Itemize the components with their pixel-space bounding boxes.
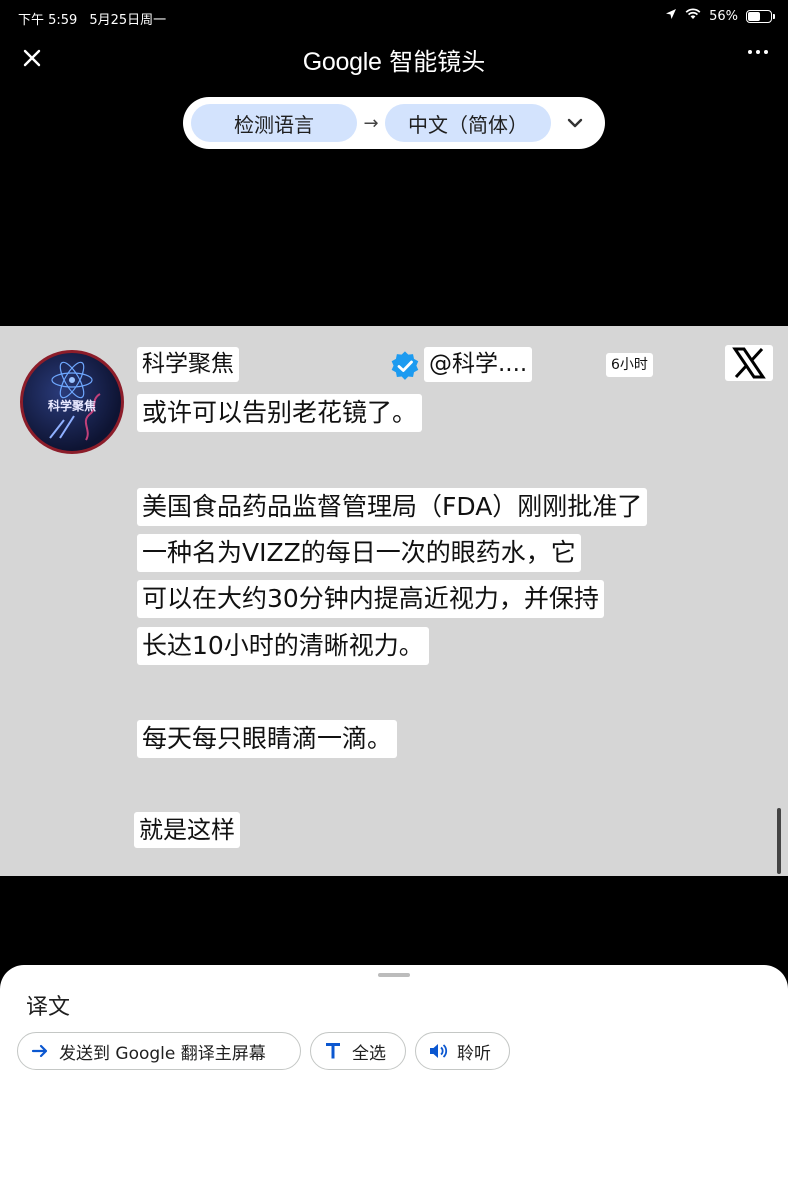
post-time: 6小时: [606, 353, 653, 377]
author-handle: @科学....: [424, 347, 533, 382]
status-date: 5月25日周一: [89, 13, 167, 28]
post-line-5: 长达10小时的清晰视力。: [137, 627, 429, 665]
speaker-icon: [428, 1041, 448, 1061]
avatar: 科学聚焦: [20, 350, 124, 454]
source-language-button[interactable]: 检测语言: [191, 104, 357, 142]
post-line-3: 一种名为VIZZ的每日一次的眼药水，它: [137, 534, 581, 572]
author-name: 科学聚焦: [137, 347, 239, 382]
title-product: 智能镜头: [389, 48, 486, 76]
target-language-button[interactable]: 中文（简体）: [385, 104, 551, 142]
more-dot-icon: [764, 50, 768, 54]
send-to-translate-label: 发送到 Google 翻译主屏幕: [59, 1043, 266, 1064]
image-scrollbar[interactable]: [777, 808, 781, 874]
sheet-title: 译文: [26, 995, 71, 1020]
arrow-right-icon: →: [363, 112, 379, 134]
select-all-button[interactable]: 全选: [310, 1032, 406, 1070]
listen-label: 聆听: [457, 1043, 491, 1064]
translation-sheet: 译文 发送到 Google 翻译主屏幕 全选 聆听: [0, 965, 788, 1200]
sheet-drag-handle[interactable]: [378, 973, 410, 977]
app-title: Google 智能镜头: [0, 42, 788, 77]
location-icon: [665, 8, 677, 24]
translated-image: 科学聚焦 科学聚焦 @科学.... 6小时 或许可以告别老花镜了。 美国食品药品…: [0, 326, 788, 876]
battery-level: [748, 11, 760, 21]
more-options-button[interactable]: [748, 50, 768, 54]
post-line-7: 就是这样: [134, 812, 240, 848]
battery-icon: [746, 9, 775, 23]
post-line-1: 或许可以告别老花镜了。: [137, 394, 423, 432]
verified-badge-icon: [389, 350, 421, 382]
battery-percent: 56%: [709, 8, 738, 24]
chevron-down-icon[interactable]: [565, 113, 585, 133]
post-line-2: 美国食品药品监督管理局（FDA）刚刚批准了: [137, 488, 648, 526]
text-icon: [323, 1041, 343, 1061]
status-bar: 下午 5:59 5月25日周一 56%: [0, 0, 788, 34]
x-logo-icon: [725, 345, 773, 381]
action-bar: 发送到 Google 翻译主屏幕 全选 聆听: [17, 1032, 510, 1070]
listen-button[interactable]: 聆听: [415, 1032, 510, 1070]
language-selector: 检测语言 → 中文（简体）: [183, 97, 605, 149]
post-line-4: 可以在大约30分钟内提高近视力，并保持: [137, 580, 604, 618]
send-to-translate-button[interactable]: 发送到 Google 翻译主屏幕: [17, 1032, 301, 1070]
arrow-right-icon: [30, 1041, 50, 1061]
select-all-label: 全选: [352, 1043, 386, 1064]
more-dot-icon: [756, 50, 760, 54]
wifi-icon: [685, 8, 701, 24]
more-dot-icon: [748, 50, 752, 54]
avatar-label: 科学聚焦: [47, 399, 96, 413]
title-brand: Google: [302, 48, 382, 76]
status-time: 下午 5:59: [18, 13, 78, 28]
post-line-6: 每天每只眼睛滴一滴。: [137, 720, 398, 758]
